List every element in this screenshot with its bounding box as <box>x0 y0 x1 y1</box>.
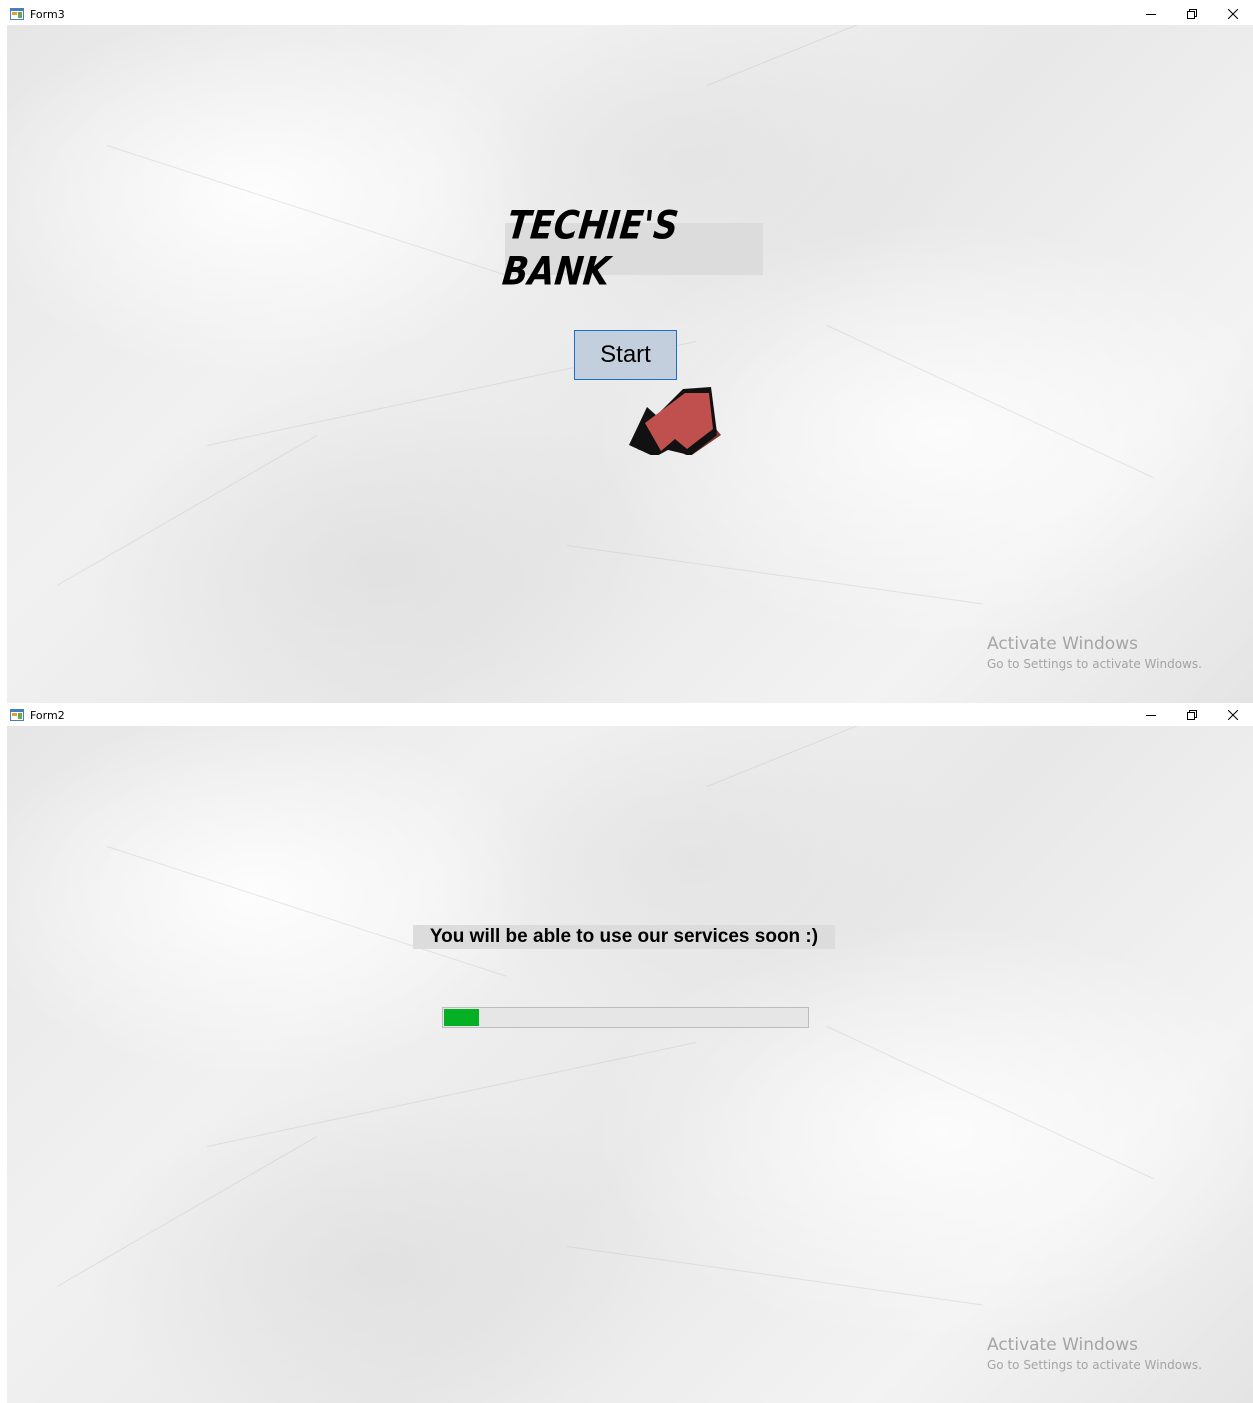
form3-restore-button[interactable] <box>1171 3 1212 25</box>
watermark-subtitle: Go to Settings to activate Windows. <box>987 657 1202 671</box>
form3-window-controls <box>1130 3 1253 25</box>
app-icon[interactable] <box>10 709 24 721</box>
form2-titlebar[interactable]: Form2 <box>7 704 1253 726</box>
form3-client-area: TECHIE'S BANK Start Activate Windows Go … <box>7 25 1253 703</box>
bank-title: TECHIE'S BANK <box>500 203 763 295</box>
form3-minimize-button[interactable] <box>1130 3 1171 25</box>
watermark-subtitle: Go to Settings to activate Windows. <box>987 1358 1202 1372</box>
watermark-title: Activate Windows <box>987 1335 1138 1355</box>
form3-activation-watermark: Activate Windows Go to Settings to activ… <box>987 634 1202 671</box>
close-icon <box>1227 710 1238 720</box>
loading-progress-bar <box>442 1007 809 1028</box>
app-icon[interactable] <box>10 8 24 20</box>
restore-icon <box>1186 710 1197 720</box>
status-label: You will be able to use our services soo… <box>413 925 835 949</box>
arrow-pointer-icon <box>629 387 721 455</box>
form3-close-button[interactable] <box>1212 3 1253 25</box>
form2-window: Form2 You will be able to use our servic… <box>7 704 1253 1403</box>
form2-window-controls <box>1130 704 1253 726</box>
form3-window: Form3 TECHIE'S BANK Start Activate Windo… <box>7 3 1253 703</box>
form3-titlebar[interactable]: Form3 <box>7 3 1253 25</box>
form2-title: Form2 <box>30 708 65 722</box>
restore-icon <box>1186 9 1197 19</box>
form2-close-button[interactable] <box>1212 704 1253 726</box>
progress-fill <box>444 1009 479 1026</box>
form2-minimize-button[interactable] <box>1130 704 1171 726</box>
form2-client-area: You will be able to use our services soo… <box>7 726 1253 1403</box>
bank-title-text: TECHIE'S BANK <box>500 203 681 295</box>
form2-restore-button[interactable] <box>1171 704 1212 726</box>
watermark-title: Activate Windows <box>987 634 1138 654</box>
minimize-icon <box>1145 715 1156 716</box>
close-icon <box>1227 9 1238 19</box>
form3-title: Form3 <box>30 7 65 21</box>
form2-activation-watermark: Activate Windows Go to Settings to activ… <box>987 1335 1202 1372</box>
minimize-icon <box>1145 14 1156 15</box>
